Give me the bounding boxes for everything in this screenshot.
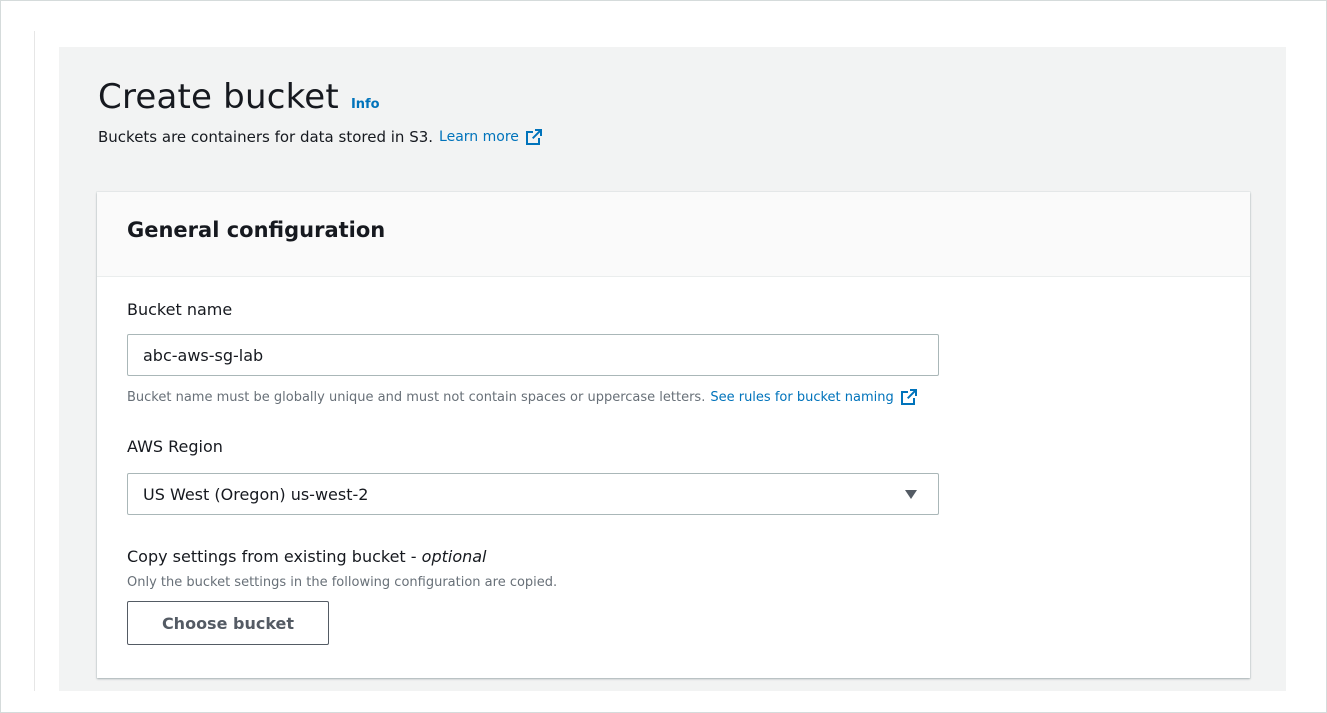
aws-region-label: AWS Region xyxy=(127,437,223,456)
aws-region-value: US West (Oregon) us-west-2 xyxy=(143,484,369,504)
external-link-icon[interactable] xyxy=(524,127,544,147)
bucket-name-value: abc-aws-sg-lab xyxy=(143,345,264,365)
caret-down-icon xyxy=(905,489,917,499)
copy-settings-label-text: Copy settings from existing bucket - xyxy=(127,547,422,566)
bucket-name-label: Bucket name xyxy=(127,300,233,319)
bucket-name-hint: Bucket name must be globally unique and … xyxy=(127,387,919,407)
bucket-naming-rules-link[interactable]: See rules for bucket naming xyxy=(710,390,893,405)
page-title: Create bucket xyxy=(98,77,339,117)
choose-bucket-button[interactable]: Choose bucket xyxy=(127,601,329,645)
description-text: Buckets are containers for data stored i… xyxy=(98,128,434,146)
info-link[interactable]: Info xyxy=(351,97,380,112)
page-header: Create bucket Info Buckets are container… xyxy=(98,75,544,147)
external-link-icon[interactable] xyxy=(899,387,919,407)
copy-settings-hint: Only the bucket settings in the followin… xyxy=(127,575,558,590)
sidebar-divider xyxy=(34,31,35,691)
browser-frame: Create bucket Info Buckets are container… xyxy=(0,0,1327,713)
learn-more-link[interactable]: Learn more xyxy=(439,129,519,145)
page-description: Buckets are containers for data stored i… xyxy=(98,127,544,147)
optional-tag: optional xyxy=(421,547,487,566)
copy-settings-label: Copy settings from existing bucket - opt… xyxy=(127,547,487,566)
bucket-name-input[interactable]: abc-aws-sg-lab xyxy=(127,334,939,376)
panel-title: General configuration xyxy=(127,218,386,242)
bucket-name-hint-text: Bucket name must be globally unique and … xyxy=(127,389,706,405)
general-configuration-panel: General configuration Bucket name abc-aw… xyxy=(97,192,1250,678)
main-content: Create bucket Info Buckets are container… xyxy=(59,47,1286,691)
aws-region-select[interactable]: US West (Oregon) us-west-2 xyxy=(127,473,939,515)
panel-header: General configuration xyxy=(97,192,1250,277)
title-row: Create bucket Info xyxy=(98,75,544,119)
